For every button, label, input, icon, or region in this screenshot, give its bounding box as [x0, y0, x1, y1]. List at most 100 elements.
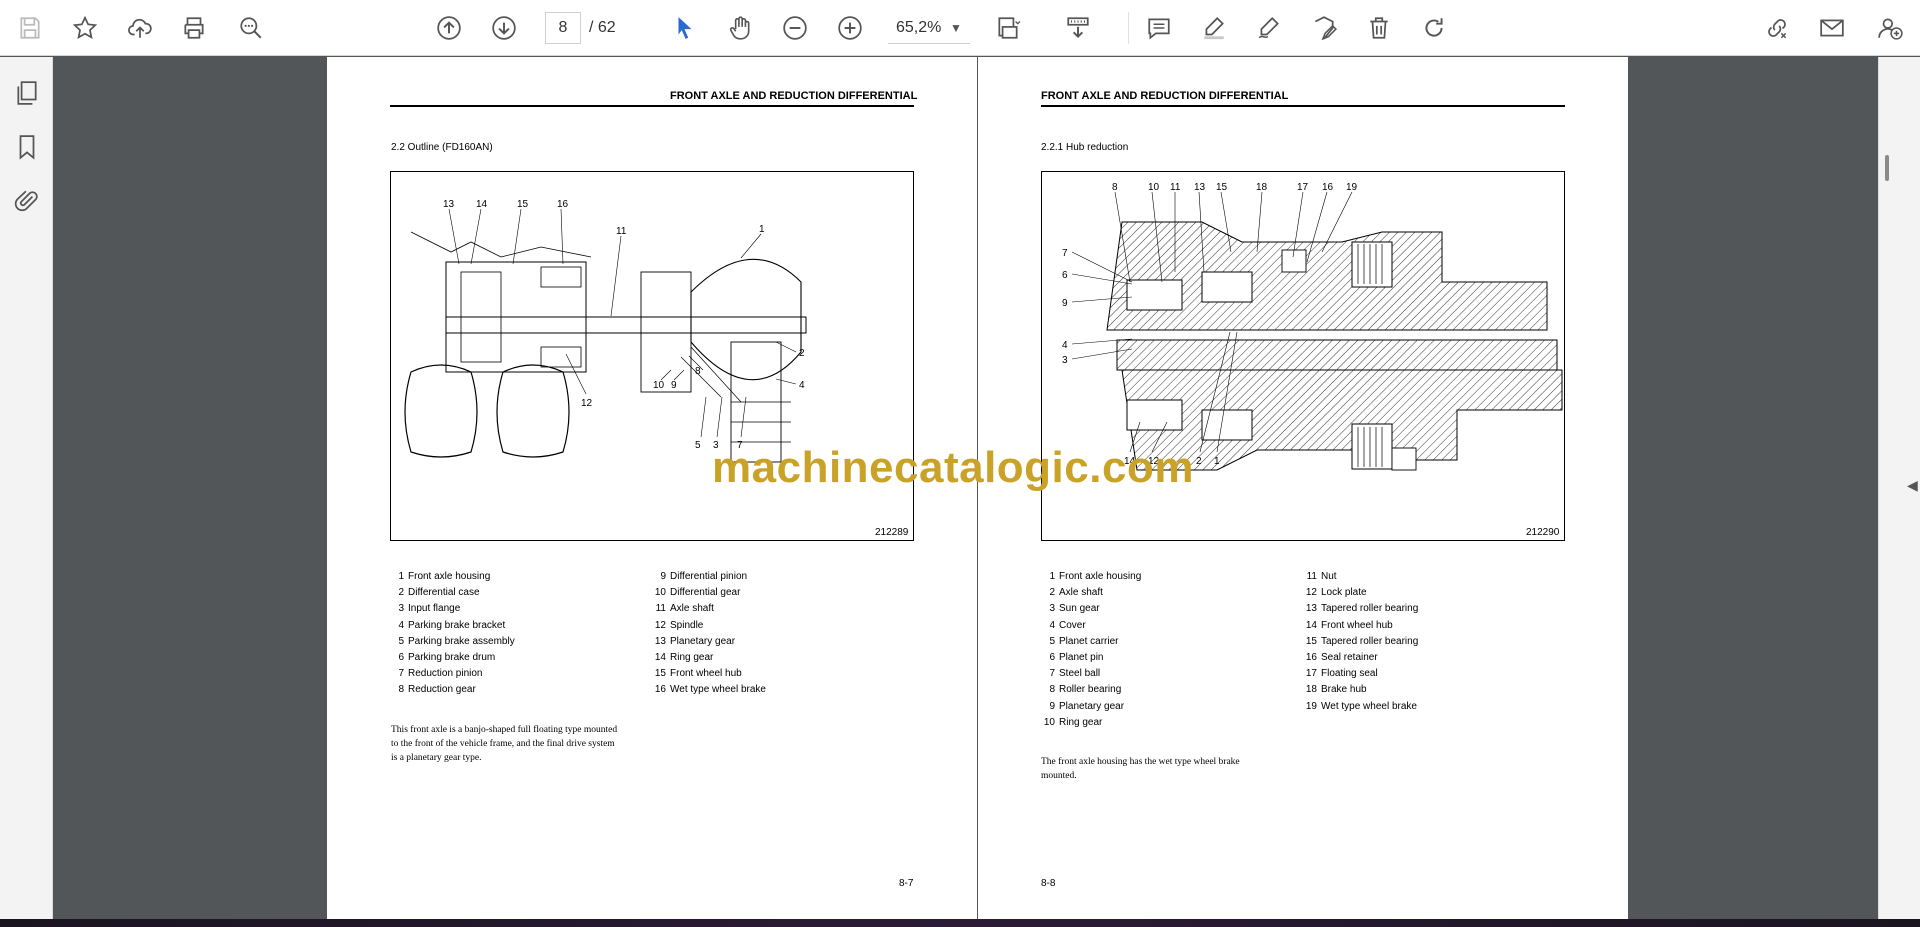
callout-13: 13: [1194, 182, 1206, 193]
legend-item: 6 Parking brake drum: [398, 652, 496, 664]
callout-8: 8: [1112, 182, 1118, 193]
save-icon[interactable]: [12, 10, 48, 46]
watermark: machinecatalogic.com: [712, 443, 1194, 492]
callout-9: 9: [671, 380, 677, 391]
callout-14: 14: [476, 199, 488, 210]
bookmarks-icon[interactable]: [11, 131, 43, 163]
callout-13: 13: [443, 199, 455, 210]
callout-16: 16: [1322, 182, 1334, 193]
callout-9: 9: [1062, 298, 1068, 309]
legend-item: 13 Planetary gear: [654, 635, 736, 647]
callout-15: 15: [517, 199, 529, 210]
body-paragraph: The front axle housing has the wet type …: [1041, 757, 1240, 781]
legend-item: 16 Seal retainer: [1305, 652, 1378, 664]
legend-right: 9 Differential pinion 10 Differential gear…: [652, 569, 766, 699]
add-user-icon[interactable]: [1872, 10, 1908, 46]
select-cursor-icon[interactable]: [667, 10, 703, 46]
legend-item: 2 Differential case: [398, 587, 480, 599]
header-rule: [390, 105, 914, 107]
legend-item: 4 Parking brake bracket: [398, 619, 506, 631]
callout-16: 16: [557, 199, 569, 210]
callout-1: 1: [759, 224, 765, 235]
legend-right: 11 Nut 12 Lock plate 13 Tapered roller bear…: [1303, 569, 1418, 715]
draw-icon[interactable]: [1251, 10, 1287, 46]
legend-left: 1 Front axle housing 2 Differential case 3…: [390, 569, 515, 699]
legend-item: 9 Differential pinion: [660, 571, 748, 582]
legend-item: 8 Reduction gear: [398, 684, 476, 696]
page-header: FRONT AXLE AND REDUCTION DIFFERENTIAL: [1041, 90, 1289, 102]
legend-item: 4 Cover: [1049, 619, 1086, 631]
legend-item: 12 Spindle: [654, 619, 704, 631]
zoom-out-icon[interactable]: [777, 10, 813, 46]
callout-10: 10: [1148, 182, 1160, 193]
collapse-left-panel-icon[interactable]: ◀: [61, 420, 72, 437]
legend-item: 15 Tapered roller bearing: [1305, 635, 1419, 647]
callout-19: 19: [1346, 182, 1358, 193]
header-rule: [1041, 105, 1565, 107]
legend-item: 7 Reduction pinion: [398, 668, 483, 680]
legend-item: 1 Front axle housing: [1049, 571, 1142, 582]
callout-6: 6: [1062, 270, 1068, 281]
hand-pan-icon[interactable]: [722, 10, 758, 46]
legend-item: 10 Ring gear: [1043, 716, 1103, 728]
page-down-icon[interactable]: [486, 10, 522, 46]
legend-item: 19 Wet type wheel brake: [1305, 700, 1417, 712]
callout-2: 2: [1196, 456, 1202, 467]
callout-4: 4: [1062, 340, 1068, 351]
print-icon[interactable]: [176, 10, 212, 46]
callout-8: 8: [695, 366, 701, 377]
callout-11: 11: [616, 226, 627, 237]
delete-icon[interactable]: [1361, 10, 1397, 46]
legend-item: 14 Ring gear: [654, 652, 714, 664]
upload-cloud-icon[interactable]: [122, 10, 158, 46]
rotate-icon[interactable]: [1416, 10, 1452, 46]
figure-id: 212290: [1526, 527, 1560, 538]
highlight-icon[interactable]: [1196, 10, 1232, 46]
share-link-icon[interactable]: [1759, 10, 1795, 46]
expand-right-panel-icon[interactable]: ◀: [1907, 477, 1918, 494]
callout-12: 12: [581, 398, 593, 409]
page-number: 8-7: [899, 878, 914, 889]
legend-item: 7 Steel ball: [1049, 668, 1101, 680]
vertical-scrollbar-thumb[interactable]: [1885, 155, 1889, 181]
page-header: FRONT AXLE AND REDUCTION DIFFERENTIAL: [670, 90, 918, 102]
chevron-down-icon[interactable]: ▼: [950, 14, 962, 42]
legend-left: 1 Front axle housing 2 Axle shaft 3 Sun gea…: [1041, 569, 1141, 731]
attachments-icon[interactable]: [11, 185, 43, 217]
callout-7: 7: [1062, 248, 1068, 259]
legend-item: 3 Input flange: [398, 603, 461, 615]
body-paragraph: This front axle is a banjo-shaped full f…: [391, 725, 618, 763]
legend-item: 14 Front wheel hub: [1305, 619, 1393, 631]
legend-item: 12 Lock plate: [1305, 587, 1367, 599]
taskbar-edge: [0, 919, 1920, 927]
callout-2: 2: [799, 348, 805, 359]
edit-text-icon[interactable]: [1306, 10, 1342, 46]
callout-4: 4: [799, 380, 805, 391]
legend-item: 3 Sun gear: [1049, 603, 1100, 615]
thumbnails-icon[interactable]: [11, 77, 43, 109]
legend-item: 8 Roller bearing: [1049, 684, 1122, 696]
scroll-mode-icon[interactable]: [1060, 10, 1096, 46]
toolbar: 8 / 62 65,2% ▼: [0, 0, 1920, 56]
section-title: 2.2.1 Hub reduction: [1041, 142, 1129, 153]
legend-item: 5 Parking brake assembly: [398, 635, 515, 647]
callout-1: 1: [1214, 456, 1220, 467]
zoom-search-icon[interactable]: [233, 10, 269, 46]
page-up-icon[interactable]: [431, 10, 467, 46]
legend-item: 1 Front axle housing: [398, 571, 491, 582]
legend-item: 17 Floating seal: [1305, 668, 1378, 680]
callout-5: 5: [695, 440, 701, 451]
page-number-input[interactable]: 8: [545, 12, 581, 44]
callout-15: 15: [1216, 182, 1228, 193]
legend-item: 15 Front wheel hub: [654, 668, 742, 680]
callout-10: 10: [653, 380, 665, 391]
fit-page-icon[interactable]: [990, 10, 1026, 46]
comment-icon[interactable]: [1141, 10, 1177, 46]
page-total-label: / 62: [589, 19, 616, 36]
callout-11: 11: [1170, 182, 1181, 193]
email-icon[interactable]: [1814, 10, 1850, 46]
zoom-in-icon[interactable]: [832, 10, 868, 46]
bookmark-star-icon[interactable]: [67, 10, 103, 46]
legend-item: 18 Brake hub: [1305, 684, 1367, 696]
legend-item: 10 Differential gear: [654, 587, 741, 599]
